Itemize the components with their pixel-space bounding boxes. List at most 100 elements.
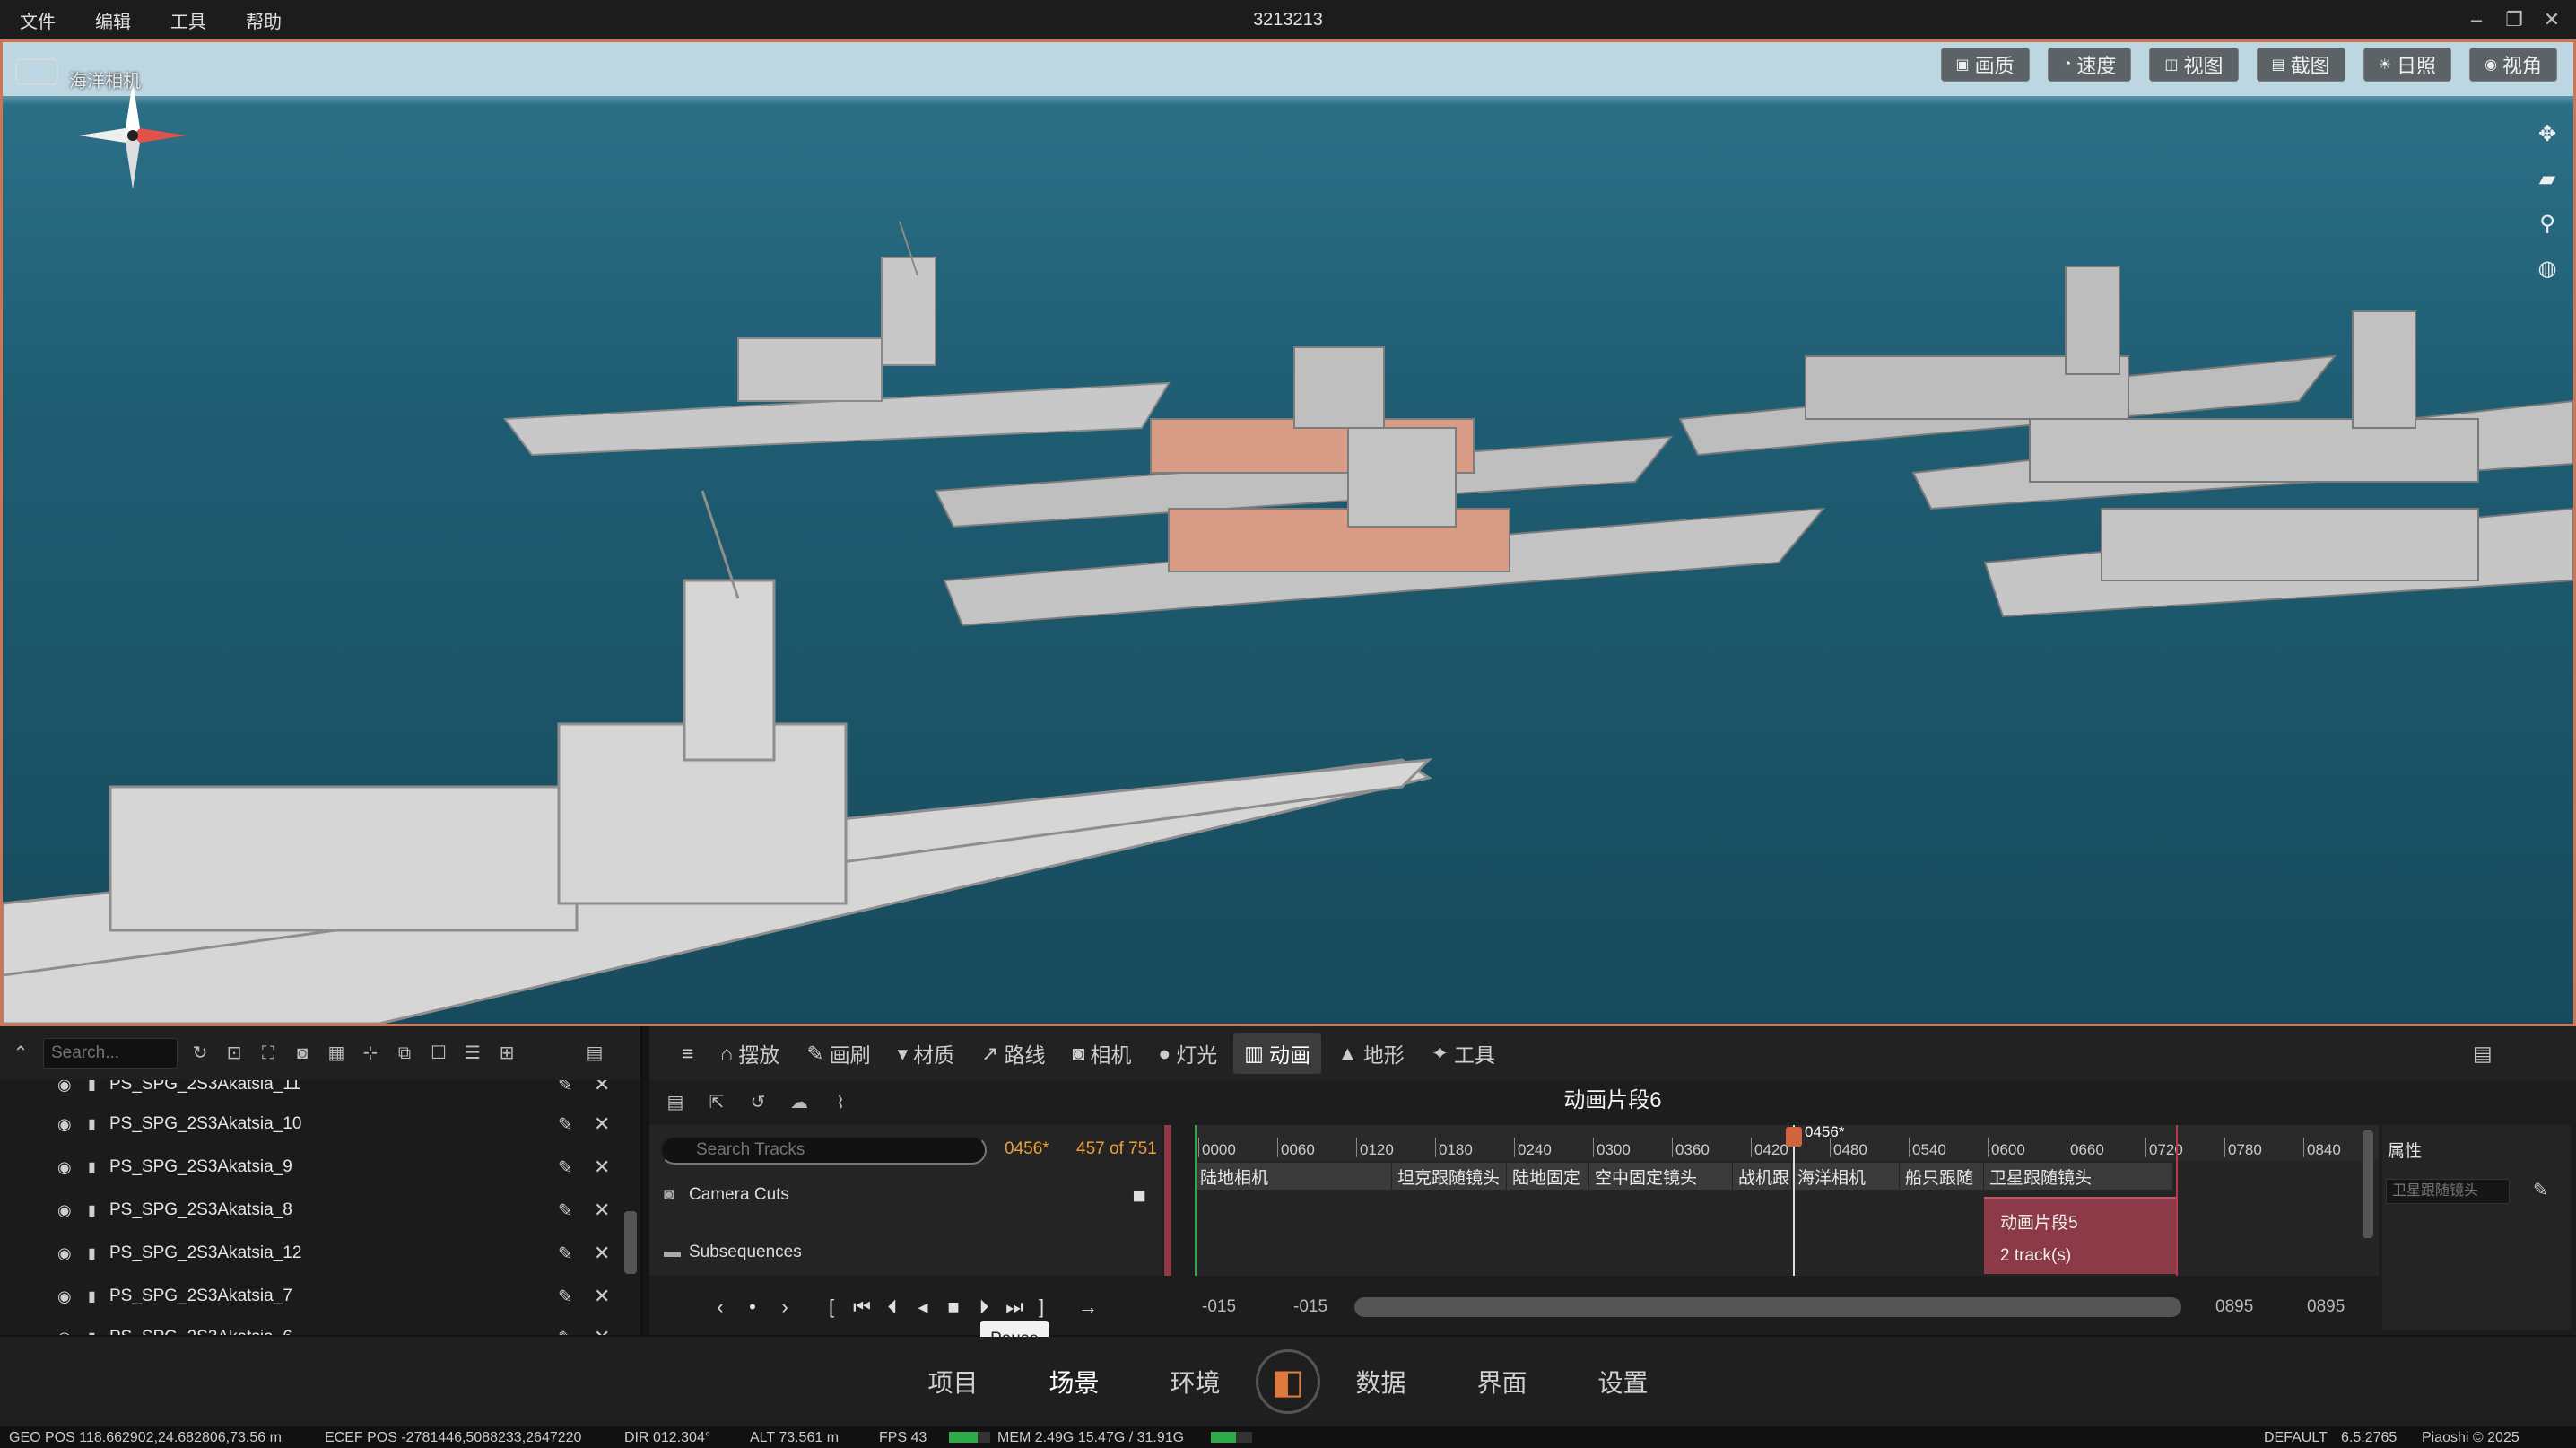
delete-icon[interactable]: ✕ — [594, 1285, 610, 1308]
loop-icon[interactable]: → — [1073, 1295, 1103, 1319]
app-logo-icon[interactable]: ◧ — [1256, 1349, 1320, 1414]
camera-cut-clip[interactable]: 陆地固定 — [1507, 1163, 1589, 1190]
maximize-icon[interactable]: ❐ — [2497, 0, 2531, 39]
range-start-a[interactable]: -015 — [1202, 1297, 1236, 1317]
visibility-icon[interactable]: ◉ — [57, 1115, 72, 1134]
visibility-icon[interactable]: ◉ — [57, 1287, 72, 1306]
panel-menu-icon[interactable]: ▤ — [2462, 1033, 2503, 1074]
subsequence-clip[interactable]: 动画片段5 2 track(s) — [1984, 1197, 2176, 1274]
outliner-search-input[interactable] — [43, 1038, 178, 1069]
transform-icon[interactable]: ⊹ — [359, 1042, 382, 1065]
track-subsequences[interactable]: ▬ Subsequences — [660, 1227, 1152, 1278]
list-item[interactable]: ◉ ▮ PS_SPG_2S3Akatsia_10 ✎ ✕ — [0, 1103, 619, 1145]
tab-camera[interactable]: ◙ 相机 — [1061, 1033, 1142, 1074]
edit-icon[interactable]: ✎ — [558, 1080, 573, 1096]
prev-key-icon[interactable]: ‹ — [705, 1295, 735, 1319]
range-end-b[interactable]: 0895 — [2307, 1297, 2345, 1317]
frame-icon[interactable]: ⛶ — [257, 1042, 280, 1065]
visibility-icon[interactable]: ◉ — [57, 1329, 72, 1336]
list-item[interactable]: ◉ ▮ PS_SPG_2S3Akatsia_7 ✎ ✕ — [0, 1276, 619, 1317]
box-icon[interactable]: ☐ — [427, 1042, 450, 1065]
move-icon[interactable]: ✥ — [2534, 121, 2561, 148]
edit-icon[interactable]: ✎ — [558, 1243, 573, 1265]
jump-end-icon[interactable]: ⏭ — [999, 1295, 1030, 1319]
screenshot-button[interactable]: ▤ 截图 — [2256, 48, 2345, 82]
nav-environment[interactable]: 环境 — [1135, 1364, 1256, 1400]
close-icon[interactable]: ✕ — [2535, 0, 2569, 39]
playhead[interactable] — [1793, 1125, 1795, 1276]
list-item[interactable]: ◉ ▮ PS_SPG_2S3Akatsia_12 ✎ ✕ — [0, 1233, 619, 1274]
list-item[interactable]: ◉ ▮ PS_SPG_2S3Akatsia_8 ✎ ✕ — [0, 1190, 619, 1231]
edit-icon[interactable]: ✎ — [558, 1113, 573, 1136]
timeline-scrollbar[interactable] — [2363, 1130, 2373, 1238]
hamburger-icon[interactable]: ≡ — [671, 1033, 704, 1074]
range-start-b[interactable]: -015 — [1293, 1297, 1327, 1317]
tab-brush[interactable]: ✎ 画刷 — [796, 1033, 881, 1074]
list-item[interactable]: ◉ ▮ PS_SPG_2S3Akatsia_11 ✎ ✕ — [0, 1080, 619, 1105]
edit-icon[interactable]: ✎ — [558, 1199, 573, 1222]
tab-light[interactable]: ● 灯光 — [1147, 1033, 1228, 1074]
track-camera-cuts[interactable]: ◙ Camera Cuts ◼ — [660, 1170, 1152, 1220]
track-search-input[interactable] — [660, 1136, 987, 1165]
delete-icon[interactable]: ✕ — [594, 1242, 610, 1265]
camera-add-icon[interactable]: ◙ — [291, 1042, 314, 1065]
camera-cut-clip[interactable]: 空中固定镜头 — [1589, 1163, 1733, 1190]
panel-icon[interactable]: ▤ — [583, 1042, 606, 1065]
globe-icon[interactable]: ◍ — [2534, 256, 2561, 283]
tab-material[interactable]: ▾ 材质 — [887, 1033, 966, 1074]
camera-cut-clip[interactable]: 陆地相机 — [1195, 1163, 1392, 1190]
list-icon[interactable]: ☰ — [461, 1042, 484, 1065]
viewport-3d[interactable]: 海洋相机 ▣ 画质 ◔ 速度 ◫ 视图 ▤ 截图 ☀ 日照 ◉ 视角 ✥ ▰ ⚲ ◍ — [0, 39, 2576, 1026]
delete-icon[interactable]: ✕ — [594, 1080, 610, 1096]
list-item[interactable]: ◉▮PS_SPG_2S3Akatsia_6✎✕ — [0, 1317, 619, 1335]
nav-scene[interactable]: 场景 — [1014, 1364, 1135, 1400]
set-end-icon[interactable]: ] — [1026, 1295, 1057, 1319]
nav-data[interactable]: 数据 — [1320, 1364, 1441, 1400]
step-back-icon[interactable]: ⏴ — [877, 1295, 908, 1319]
range-scrollbar[interactable] — [1354, 1297, 2181, 1317]
camera-cut-clip[interactable]: 海洋相机 — [1792, 1163, 1900, 1190]
sunlight-button[interactable]: ☀ 日照 — [2363, 48, 2452, 82]
outliner-scrollbar[interactable] — [624, 1211, 637, 1274]
camera-cut-clip[interactable]: 船只跟随 — [1900, 1163, 1984, 1190]
jump-start-icon[interactable]: ⏮ — [847, 1295, 877, 1319]
speed-button[interactable]: ◔ 速度 — [2047, 48, 2132, 82]
end-marker[interactable] — [2176, 1125, 2178, 1276]
refresh-icon[interactable]: ↻ — [188, 1042, 212, 1065]
tab-tools[interactable]: ✦ 工具 — [1421, 1033, 1506, 1074]
quality-button[interactable]: ▣ 画质 — [1940, 48, 2030, 82]
nav-project[interactable]: 项目 — [892, 1364, 1014, 1400]
delete-icon[interactable]: ✕ — [594, 1156, 610, 1179]
menu-file[interactable]: 文件 — [0, 7, 75, 33]
visibility-icon[interactable]: ◉ — [57, 1201, 72, 1220]
menu-edit[interactable]: 编辑 — [75, 7, 151, 33]
pause-button[interactable]: ■ — [938, 1295, 969, 1319]
nav-interface[interactable]: 界面 — [1441, 1364, 1562, 1400]
add-icon[interactable]: ⊞ — [495, 1042, 518, 1065]
tab-route[interactable]: ↗ 路线 — [970, 1033, 1056, 1074]
eyedropper-icon[interactable]: ✎ — [2533, 1179, 2548, 1201]
edit-icon[interactable]: ✎ — [558, 1156, 573, 1179]
collapse-icon[interactable]: ⌃ — [9, 1042, 32, 1065]
next-key-icon[interactable]: › — [770, 1295, 800, 1319]
clapper-icon[interactable]: ▦ — [325, 1042, 348, 1065]
visibility-icon[interactable]: ◉ — [57, 1158, 72, 1177]
view-button[interactable]: ◫ 视图 — [2149, 48, 2239, 82]
list-item[interactable]: ◉ ▮ PS_SPG_2S3Akatsia_9 ✎ ✕ — [0, 1147, 619, 1188]
layer-icon[interactable]: ▰ — [2534, 166, 2561, 193]
visibility-icon[interactable]: ◉ — [57, 1080, 72, 1095]
delete-icon[interactable]: ✕ — [594, 1199, 610, 1222]
camera-cut-clip[interactable]: 卫星跟随镜头 — [1984, 1163, 2176, 1190]
current-frame[interactable]: 0456* — [1005, 1139, 1049, 1159]
playhead-handle[interactable] — [1786, 1127, 1802, 1147]
set-start-icon[interactable]: [ — [816, 1295, 847, 1319]
person-icon[interactable]: ⚲ — [2534, 211, 2561, 238]
delete-icon[interactable]: ✕ — [594, 1112, 610, 1136]
camera-cut-clip[interactable]: 坦克跟随镜头 — [1392, 1163, 1507, 1190]
properties-field[interactable] — [2386, 1179, 2510, 1204]
step-forward-icon[interactable]: ⏵ — [969, 1295, 999, 1319]
view-angle-button[interactable]: ◉ 视角 — [2469, 48, 2557, 82]
select-icon[interactable]: ⊡ — [222, 1042, 246, 1065]
play-reverse-icon[interactable]: ◂ — [908, 1295, 938, 1319]
tab-terrain[interactable]: ▲ 地形 — [1327, 1033, 1415, 1074]
